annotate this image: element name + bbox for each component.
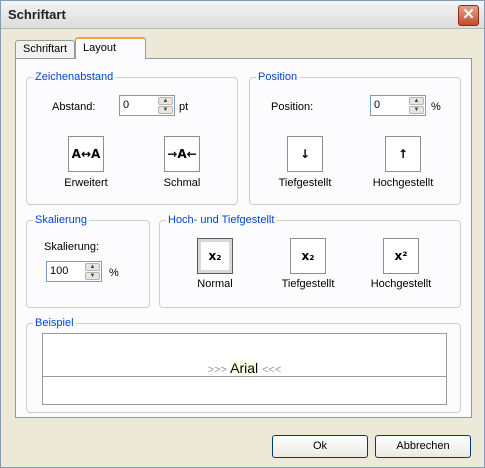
spin-up-icon[interactable]: ▲: [158, 97, 173, 105]
normal-label: Normal: [197, 278, 233, 290]
preview-right-mark: <<<: [262, 364, 282, 376]
abstand-label: Abstand:: [52, 101, 96, 113]
hochtief-legend: Hoch- und Tiefgestellt: [168, 214, 275, 226]
spin-down-icon[interactable]: ▼: [158, 106, 173, 114]
schmal-label: Schmal: [163, 177, 201, 189]
close-button[interactable]: ✕: [458, 5, 479, 26]
position-tief-label: Tiefgestellt: [278, 177, 332, 189]
skalierung-label: Skalierung:: [44, 241, 100, 253]
close-icon: ✕: [462, 6, 475, 23]
superscript-icon: x²: [394, 249, 408, 263]
abstand-spinner[interactable]: 0 ▲ ▼: [119, 95, 175, 116]
erweitert-button[interactable]: A↔A: [68, 136, 104, 172]
position-legend: Position: [258, 71, 298, 83]
subscript-icon: x₂: [301, 249, 315, 263]
normal-button[interactable]: x₂: [197, 238, 233, 274]
erweitert-label: Erweitert: [64, 177, 108, 189]
spin-up-icon[interactable]: ▲: [409, 97, 424, 105]
tab-schriftart[interactable]: Schriftart: [15, 40, 75, 59]
preview-font-name: Arial: [230, 360, 259, 376]
beispiel-legend: Beispiel: [35, 317, 74, 329]
cancel-button[interactable]: Abbrechen: [375, 435, 471, 458]
window-title: Schriftart: [8, 7, 66, 22]
arrow-up-icon: ↑: [397, 147, 409, 161]
preview-box: >>> Arial <<<: [42, 333, 447, 405]
skalierung-value: 100: [50, 265, 69, 277]
position-tief-button[interactable]: ↓: [287, 136, 323, 172]
schmal-button[interactable]: →A←: [164, 136, 200, 172]
spin-up-icon[interactable]: ▲: [85, 263, 100, 271]
abstand-value: 0: [123, 99, 130, 111]
subscript-button[interactable]: x₂: [290, 238, 326, 274]
arrow-down-icon: ↓: [299, 147, 311, 161]
position-hoch-label: Hochgestellt: [372, 177, 434, 189]
preview-left-mark: >>>: [207, 364, 227, 376]
normal-text-icon: x₂: [208, 249, 222, 263]
baseline: [43, 376, 446, 377]
abstand-unit: pt: [179, 101, 189, 113]
ok-button[interactable]: Ok: [272, 435, 368, 458]
title-bar: Schriftart ✕: [1, 1, 484, 29]
position-spinner[interactable]: 0 ▲ ▼: [370, 95, 426, 116]
condensed-spacing-icon: →A←: [167, 147, 197, 161]
spin-down-icon[interactable]: ▼: [409, 106, 424, 114]
zeichenabstand-legend: Zeichenabstand: [35, 71, 114, 83]
skalierung-spinner[interactable]: 100 ▲ ▼: [46, 261, 102, 282]
subscript-label: Tiefgestellt: [281, 278, 335, 290]
skalierung-legend: Skalierung: [35, 214, 87, 226]
expanded-spacing-icon: A↔A: [71, 147, 101, 161]
font-dialog: Schriftart ✕ Schriftart Layout Zeichenab…: [0, 0, 485, 468]
preview-sample: >>> Arial <<<: [43, 360, 446, 376]
position-unit: %: [431, 101, 441, 113]
position-hoch-button[interactable]: ↑: [385, 136, 421, 172]
position-value: 0: [374, 99, 381, 111]
superscript-button[interactable]: x²: [383, 238, 419, 274]
superscript-label: Hochgestellt: [370, 278, 432, 290]
skalierung-unit: %: [109, 267, 119, 279]
layout-panel: Zeichenabstand Abstand: 0 ▲ ▼ pt A↔A Erwe…: [15, 58, 472, 418]
spin-down-icon[interactable]: ▼: [85, 272, 100, 280]
position-label: Position:: [271, 101, 314, 113]
tab-layout[interactable]: Layout: [75, 37, 146, 59]
